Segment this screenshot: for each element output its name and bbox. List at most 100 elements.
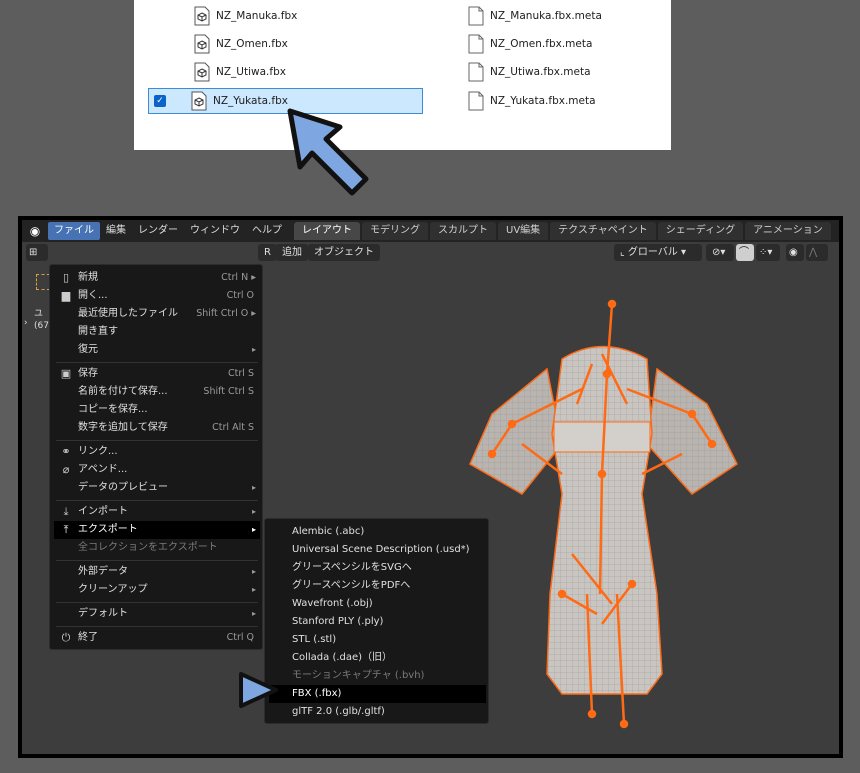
shortcut-label: Shift Ctrl O ▸ <box>196 308 256 319</box>
chevron-down-icon: ▾ <box>677 247 686 258</box>
export-grease-pencil-pdf[interactable]: グリースペンシルをPDFへ <box>269 577 486 595</box>
file-item-omen-fbx[interactable]: NZ_Omen.fbx <box>190 31 410 57</box>
export-icon: ⤒ <box>63 523 69 536</box>
file-explorer-panel: NZ_Manuka.fbx NZ_Omen.fbx NZ_Utiwa.fbx ✓… <box>134 0 671 150</box>
viewport-header: ⊞ R 追加 オブジェクト ⌞ グローバル ▾ ⊘▾ ⌒ ⁘▾ ◉ ⋀ <box>22 242 839 264</box>
menu-file[interactable]: ファイル <box>48 222 100 240</box>
menu-item-label: 外部データ <box>78 566 128 577</box>
menu-help[interactable]: ヘルプ <box>246 222 288 240</box>
proportional-editing-toggle[interactable]: ◉ <box>786 244 804 261</box>
object-menu-button[interactable]: オブジェクト <box>308 244 380 261</box>
transform-orientation-dropdown[interactable]: ⌞ グローバル ▾ <box>614 244 702 261</box>
menu-item-quit[interactable]: ⏻ 終了 Ctrl Q <box>54 629 260 647</box>
add-menu-button[interactable]: 追加 <box>276 244 308 261</box>
export-collada[interactable]: Collada (.dae)（旧） <box>269 649 486 667</box>
file-item-omen-meta[interactable]: NZ_Omen.fbx.meta <box>468 31 668 57</box>
menu-item-defaults[interactable]: デフォルト ▸ <box>54 605 260 623</box>
file-name: NZ_Utiwa.fbx <box>216 66 286 78</box>
menu-item-save-copy[interactable]: コピーを保存... <box>54 401 260 419</box>
tab-sculpt[interactable]: スカルプト <box>430 222 496 240</box>
yukata-model[interactable] <box>452 294 752 754</box>
proportional-falloff-dropdown[interactable]: ⋀ <box>806 244 828 261</box>
tab-shading[interactable]: シェーディング <box>657 222 744 240</box>
pointer-arrow-icon <box>287 108 369 196</box>
file-name: NZ_Manuka.fbx <box>216 10 298 22</box>
menu-item-open-recent[interactable]: 最近使用したファイル Shift Ctrl O ▸ <box>54 305 260 323</box>
3d-viewport[interactable]: ⊞ R 追加 オブジェクト ⌞ グローバル ▾ ⊘▾ ⌒ ⁘▾ ◉ ⋀ ユ › … <box>22 242 839 754</box>
menu-edit[interactable]: 編集 <box>100 222 132 240</box>
export-stl[interactable]: STL (.stl) <box>269 631 486 649</box>
export-wavefront-obj[interactable]: Wavefront (.obj) <box>269 595 486 613</box>
3d-model-file-icon <box>194 34 210 54</box>
submenu-arrow-icon: ▸ <box>251 345 256 354</box>
menu-item-link[interactable]: ⚭ リンク... <box>54 443 260 461</box>
viewport-info-text-2: (67 <box>34 321 49 331</box>
file-menu: ▯ 新規 Ctrl N ▸ ▆ 開く... Ctrl O 最近使用したファイル … <box>49 264 263 650</box>
menu-item-save-as[interactable]: 名前を付けて保存... Shift Ctrl S <box>54 383 260 401</box>
append-icon: ⌀ <box>62 463 70 476</box>
export-fbx[interactable]: FBX (.fbx) <box>269 685 486 703</box>
tab-uv-editing[interactable]: UV編集 <box>498 222 549 240</box>
menu-item-clean-up[interactable]: クリーンアップ ▸ <box>54 581 260 599</box>
menu-item-label: 保存 <box>78 368 98 379</box>
export-bvh[interactable]: モーションキャプチャ (.bvh) <box>269 667 486 685</box>
menu-item-label: インポート <box>78 506 128 517</box>
tab-layout[interactable]: レイアウト <box>294 222 360 240</box>
3d-model-file-icon <box>194 6 210 26</box>
snap-target-dropdown[interactable]: ⁘▾ <box>756 244 780 261</box>
shortcut-label: Ctrl O <box>226 290 254 301</box>
export-gltf[interactable]: glTF 2.0 (.glb/.gltf) <box>269 703 486 721</box>
document-file-icon <box>468 91 484 111</box>
checkbox-checked-icon[interactable]: ✓ <box>154 95 166 107</box>
tool-icon[interactable] <box>36 274 50 290</box>
menu-item-export[interactable]: ⤒ エクスポート ▸ <box>54 521 260 539</box>
export-stanford-ply[interactable]: Stanford PLY (.ply) <box>269 613 486 631</box>
tab-modeling[interactable]: モデリング <box>362 222 428 240</box>
editor-type-button[interactable]: ⊞ <box>26 244 48 261</box>
viewport-info-text-1: ユ <box>34 309 44 319</box>
menu-item-recover[interactable]: 復元 ▸ <box>54 341 260 359</box>
menu-item-new[interactable]: ▯ 新規 Ctrl N ▸ <box>54 269 260 287</box>
file-item-utiwa-fbx[interactable]: NZ_Utiwa.fbx <box>190 59 410 85</box>
menu-item-label: 数字を追加して保存 <box>78 422 168 433</box>
file-item-utiwa-meta[interactable]: NZ_Utiwa.fbx.meta <box>468 59 668 85</box>
menu-item-label: データのプレビュー <box>78 482 168 493</box>
menu-render[interactable]: レンダー <box>132 222 184 240</box>
file-name: NZ_Utiwa.fbx.meta <box>490 66 591 78</box>
file-name: NZ_Yukata.fbx.meta <box>490 95 596 107</box>
document-file-icon <box>468 6 484 26</box>
folder-icon: ▆ <box>61 289 71 302</box>
menu-item-save[interactable]: ▣ 保存 Ctrl S <box>54 365 260 383</box>
orientation-gizmo-icon: ⌞ <box>620 247 628 258</box>
collapse-chevron-icon[interactable]: › <box>24 318 28 328</box>
tab-animation[interactable]: アニメーション <box>745 222 831 240</box>
export-usd[interactable]: Universal Scene Description (.usd*) <box>269 541 486 559</box>
menu-item-data-previews[interactable]: データのプレビュー ▸ <box>54 479 260 497</box>
menu-item-label: リンク... <box>78 446 118 457</box>
file-item-manuka-meta[interactable]: NZ_Manuka.fbx.meta <box>468 3 668 29</box>
menu-item-external-data[interactable]: 外部データ ▸ <box>54 563 260 581</box>
menu-item-save-incremental[interactable]: 数字を追加して保存 Ctrl Alt S <box>54 419 260 437</box>
menu-item-append[interactable]: ⌀ アペンド... <box>54 461 260 479</box>
submenu-arrow-icon: ▸ <box>251 507 256 516</box>
menu-separator <box>56 440 258 441</box>
menu-item-import[interactable]: ⤓ インポート ▸ <box>54 503 260 521</box>
snap-toggle[interactable]: ⌒ <box>736 244 754 261</box>
export-alembic[interactable]: Alembic (.abc) <box>269 523 486 541</box>
menu-window[interactable]: ウィンドウ <box>184 222 246 240</box>
tab-texture-paint[interactable]: テクスチャペイント <box>550 222 656 240</box>
export-grease-pencil-svg[interactable]: グリースペンシルをSVGへ <box>269 559 486 577</box>
pivot-point-dropdown[interactable]: ⊘▾ <box>706 244 734 261</box>
menu-separator <box>56 500 258 501</box>
menu-item-export-all-collections[interactable]: 全コレクションをエクスポート <box>54 539 260 557</box>
menu-item-label: デフォルト <box>78 608 128 619</box>
file-item-manuka-fbx[interactable]: NZ_Manuka.fbx <box>190 3 410 29</box>
workspace-tabs: レイアウト モデリング スカルプト UV編集 テクスチャペイント シェーディング… <box>294 222 833 240</box>
file-item-yukata-meta[interactable]: NZ_Yukata.fbx.meta <box>468 88 668 114</box>
select-menu-partial[interactable]: R <box>258 244 277 261</box>
menu-item-revert[interactable]: 開き直す <box>54 323 260 341</box>
menu-item-open[interactable]: ▆ 開く... Ctrl O <box>54 287 260 305</box>
blender-logo-icon[interactable]: ◉ <box>22 224 48 238</box>
menu-item-label: 最近使用したファイル <box>78 308 178 319</box>
shortcut-label: Ctrl S <box>228 368 254 379</box>
